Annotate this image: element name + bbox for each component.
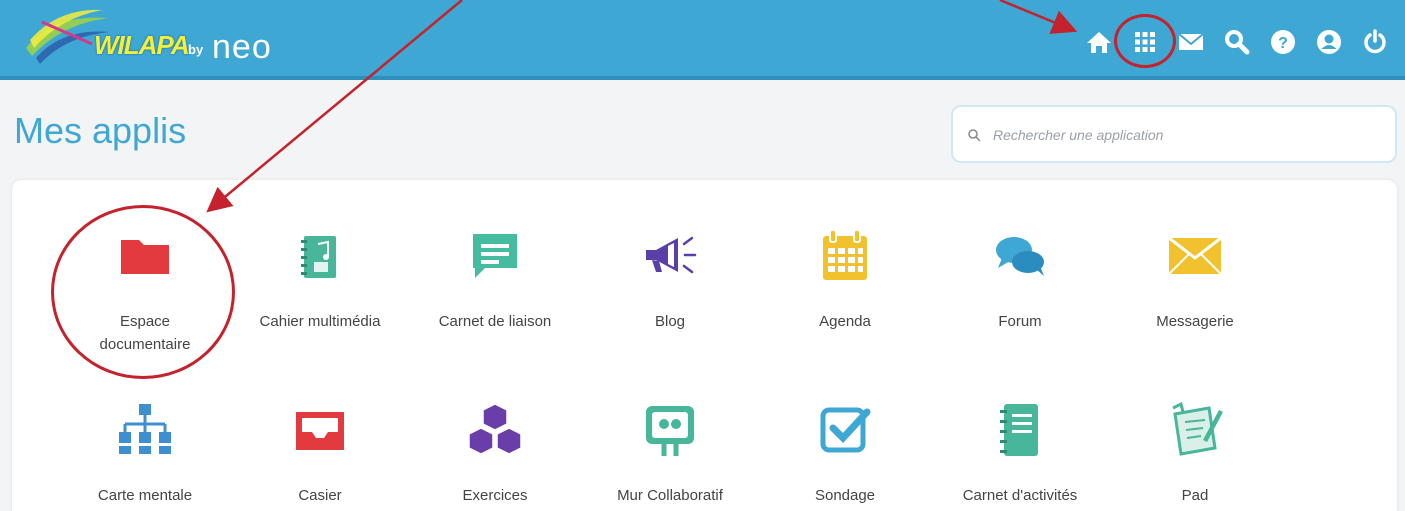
app-forum[interactable]: Forum bbox=[935, 226, 1105, 356]
collab-wall-icon bbox=[646, 406, 694, 456]
app-pad[interactable]: Pad bbox=[1110, 400, 1280, 511]
folder-icon bbox=[121, 240, 169, 274]
megaphone-icon bbox=[646, 236, 697, 274]
app-search-input[interactable] bbox=[993, 121, 1383, 149]
app-label: Agenda bbox=[819, 313, 871, 330]
app-label: Blog bbox=[654, 313, 686, 330]
app-sondage[interactable]: Sondage bbox=[760, 400, 930, 511]
logo-neo: neo bbox=[212, 28, 272, 66]
mail-icon bbox=[1178, 33, 1204, 50]
app-carnet-activites[interactable]: Carnet d'activités bbox=[935, 400, 1105, 511]
power-icon bbox=[1364, 29, 1386, 54]
apps-highlight-circle bbox=[1114, 14, 1176, 68]
svg-text:?: ? bbox=[1278, 35, 1288, 52]
chat-bubbles-icon bbox=[996, 237, 1044, 276]
app-root: WILAPA by neo ? Mes applis Rechercher un… bbox=[0, 0, 1405, 511]
app-label: Cahier multimédia bbox=[259, 313, 381, 330]
help-icon: ? bbox=[1271, 30, 1295, 54]
user-icon bbox=[1317, 30, 1341, 54]
search-field-icon bbox=[968, 129, 981, 142]
message-square-icon bbox=[473, 234, 517, 278]
sitemap-icon bbox=[119, 404, 171, 454]
app-label: Messagerie bbox=[1156, 313, 1234, 330]
app-messagerie[interactable]: Messagerie bbox=[1110, 226, 1280, 356]
app-casier[interactable]: Casier bbox=[235, 400, 405, 511]
activity-notebook-icon bbox=[1000, 404, 1038, 456]
header-nav: ? bbox=[1079, 14, 1395, 68]
app-cahier-multimedia[interactable]: Cahier multimédia bbox=[235, 226, 405, 356]
top-navigation-bar: WILAPA by neo ? bbox=[0, 0, 1405, 80]
app-label: Carnet de liaison bbox=[438, 313, 552, 330]
logout-button[interactable] bbox=[1355, 22, 1395, 62]
pad-icon bbox=[1172, 401, 1223, 456]
calendar-icon bbox=[823, 229, 867, 280]
home-button[interactable] bbox=[1079, 22, 1119, 62]
app-label: Carte mentale bbox=[97, 487, 193, 504]
app-label: Mur Collaboratif bbox=[617, 487, 723, 504]
app-exercices[interactable]: Exercices bbox=[410, 400, 580, 511]
search-icon bbox=[1225, 30, 1250, 55]
app-label: Casier bbox=[298, 487, 342, 504]
app-espace-documentaire[interactable]: Espace documentaire bbox=[60, 226, 230, 356]
app-carnet-de-liaison[interactable]: Carnet de liaison bbox=[410, 226, 580, 356]
app-label: Sondage bbox=[814, 487, 876, 504]
mail-button[interactable] bbox=[1171, 22, 1211, 62]
app-carte-mentale[interactable]: Carte mentale bbox=[60, 400, 230, 511]
app-label: Carnet d'activités bbox=[962, 487, 1078, 504]
apps-button[interactable] bbox=[1114, 14, 1176, 68]
wilapa-logo[interactable]: WILAPA by neo bbox=[22, 8, 322, 74]
profile-button[interactable] bbox=[1309, 22, 1349, 62]
app-search-box[interactable] bbox=[951, 105, 1397, 163]
inbox-tray-icon bbox=[296, 412, 344, 450]
multimedia-notebook-icon bbox=[301, 236, 336, 278]
envelope-icon bbox=[1168, 236, 1222, 275]
search-button[interactable] bbox=[1217, 22, 1257, 62]
app-label: Espace documentaire bbox=[99, 313, 191, 353]
app-blog[interactable]: Blog bbox=[585, 226, 755, 356]
app-mur-collaboratif[interactable]: Mur Collaboratif bbox=[585, 400, 755, 511]
checkbox-icon bbox=[820, 407, 871, 453]
apps-panel: Espace documentaire Cahier multimédia Ca… bbox=[12, 180, 1397, 511]
app-label: Pad bbox=[1181, 487, 1209, 504]
page-title: Mes applis bbox=[14, 110, 187, 151]
app-agenda[interactable]: Agenda bbox=[760, 226, 930, 356]
help-button[interactable]: ? bbox=[1263, 22, 1303, 62]
logo-wordmark: WILAPA bbox=[94, 30, 190, 60]
app-label: Forum bbox=[998, 313, 1042, 330]
app-label: Exercices bbox=[462, 487, 528, 504]
logo-by: by bbox=[188, 42, 204, 57]
home-icon bbox=[1087, 32, 1111, 53]
cubes-icon bbox=[468, 403, 522, 455]
